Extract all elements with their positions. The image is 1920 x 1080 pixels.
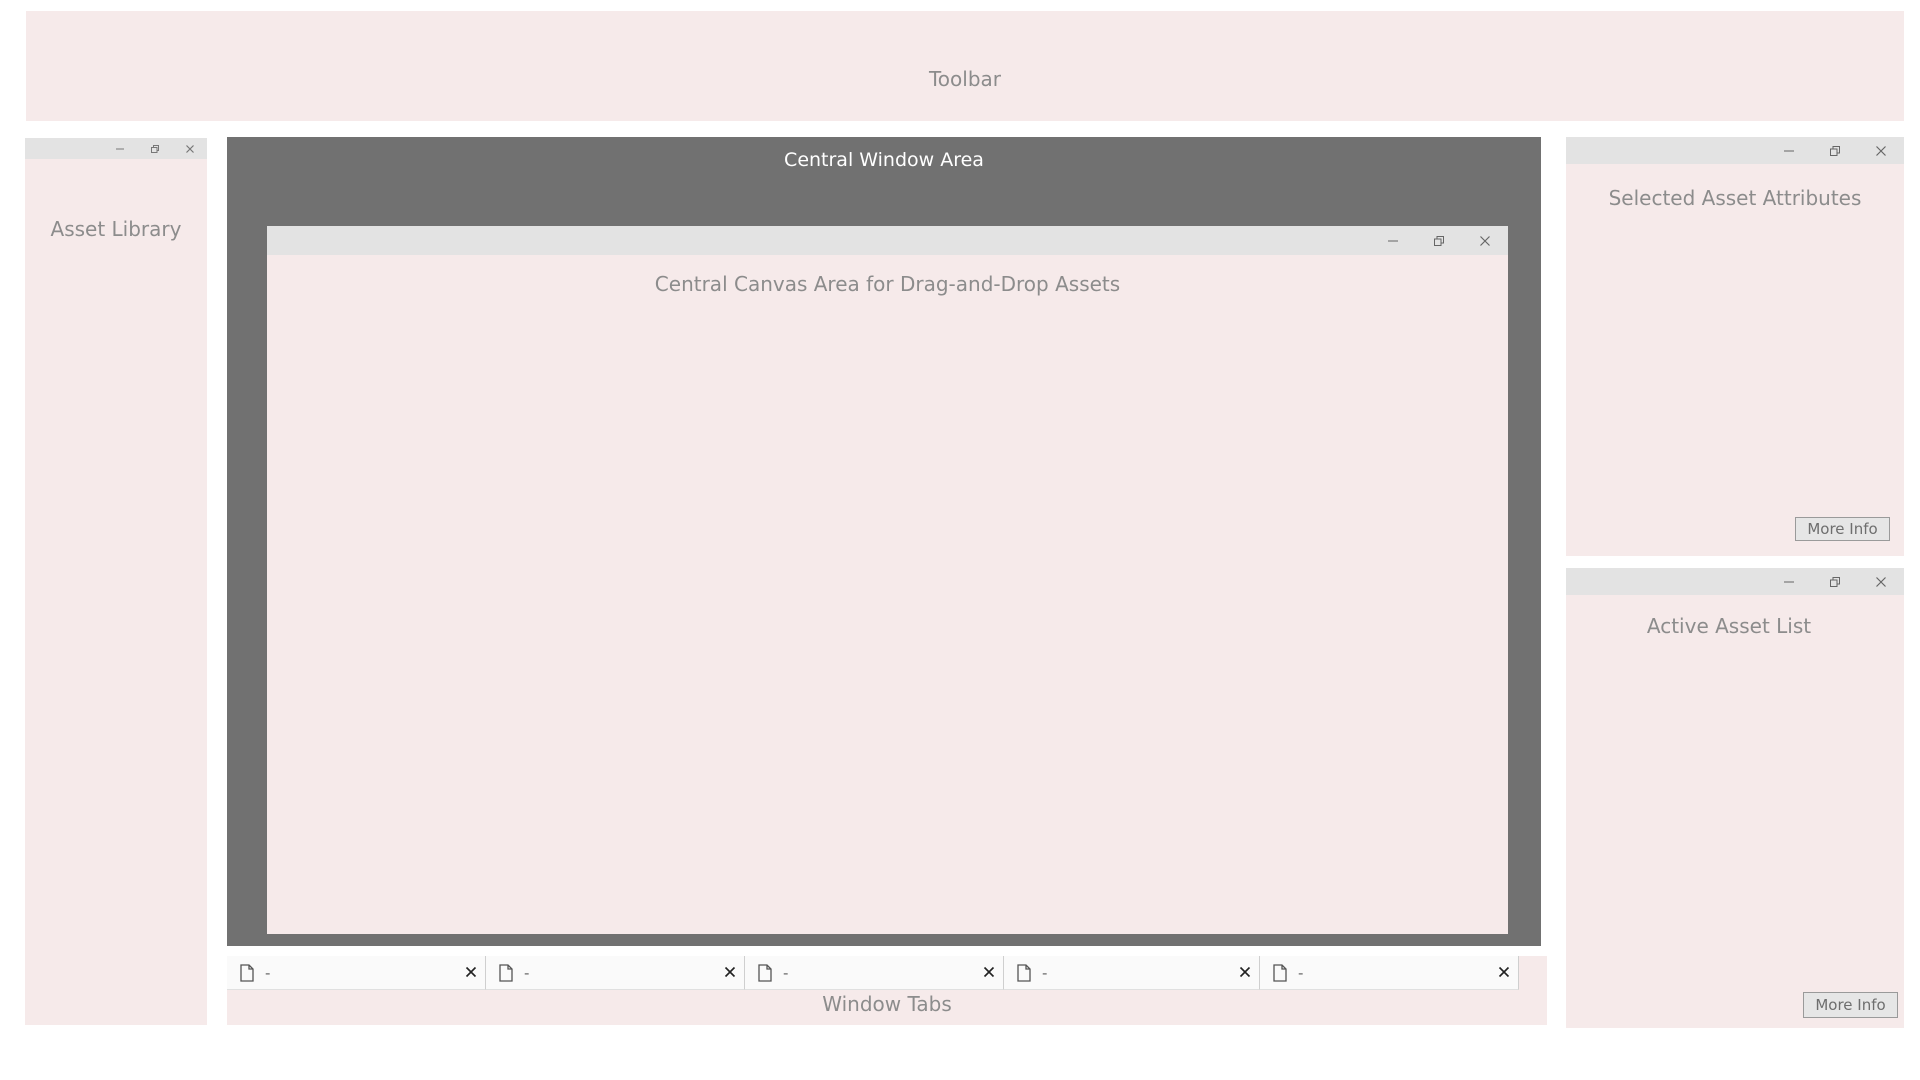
central-window-area: Central Window Area Central Canvas Area … <box>227 137 1541 946</box>
restore-icon[interactable] <box>137 138 172 159</box>
more-info-button[interactable]: More Info <box>1795 517 1890 541</box>
window-tab[interactable]: - <box>486 956 745 990</box>
window-tab[interactable]: - <box>227 956 486 990</box>
window-tab[interactable]: - <box>1260 956 1519 990</box>
attributes-panel: Selected Asset Attributes More Info <box>1566 137 1904 556</box>
close-icon[interactable] <box>465 966 477 978</box>
window-tabs-label: Window Tabs <box>822 992 952 1016</box>
central-window-label: Central Window Area <box>784 149 984 171</box>
close-icon[interactable] <box>724 966 736 978</box>
attributes-label: Selected Asset Attributes <box>1608 186 1862 210</box>
close-icon[interactable] <box>1858 568 1904 595</box>
close-icon[interactable] <box>1462 226 1508 255</box>
document-icon <box>1273 963 1287 982</box>
tab-strip: - - - - - <box>227 956 1519 990</box>
active-asset-list-panel: Active Asset List More Info <box>1566 568 1904 1028</box>
window-tab[interactable]: - <box>745 956 1004 990</box>
window-tab[interactable]: - <box>1004 956 1260 990</box>
toolbar: Toolbar <box>26 11 1904 121</box>
tab-title: - <box>1042 963 1048 982</box>
canvas-window-titlebar[interactable] <box>267 226 1508 255</box>
toolbar-label: Toolbar <box>928 67 1002 91</box>
tab-title: - <box>524 963 530 982</box>
tab-title: - <box>783 963 789 982</box>
more-info-button[interactable]: More Info <box>1803 992 1898 1018</box>
close-icon[interactable] <box>1498 966 1510 978</box>
minimize-icon[interactable] <box>1766 137 1812 164</box>
restore-icon[interactable] <box>1812 568 1858 595</box>
asset-library-label: Asset Library <box>50 217 182 241</box>
tab-title: - <box>1298 963 1304 982</box>
drop-canvas[interactable] <box>267 255 1508 934</box>
tab-title: - <box>265 963 271 982</box>
restore-icon[interactable] <box>1416 226 1462 255</box>
close-icon[interactable] <box>172 138 207 159</box>
document-icon <box>1017 963 1031 982</box>
close-icon[interactable] <box>1858 137 1904 164</box>
active-list-label: Active Asset List <box>1646 614 1812 638</box>
minimize-icon[interactable] <box>102 138 137 159</box>
minimize-icon[interactable] <box>1766 568 1812 595</box>
central-canvas-window: Central Canvas Area for Drag-and-Drop As… <box>267 226 1508 934</box>
attributes-titlebar[interactable] <box>1566 137 1904 164</box>
asset-library-titlebar[interactable] <box>25 138 207 159</box>
document-icon <box>240 963 254 982</box>
window-tabs-panel: - - - - - Window Tabs <box>227 956 1547 1025</box>
minimize-icon[interactable] <box>1370 226 1416 255</box>
restore-icon[interactable] <box>1812 137 1858 164</box>
document-icon <box>758 963 772 982</box>
close-icon[interactable] <box>1239 966 1251 978</box>
asset-library-panel: Asset Library <box>25 138 207 1025</box>
document-icon <box>499 963 513 982</box>
active-list-titlebar[interactable] <box>1566 568 1904 595</box>
close-icon[interactable] <box>983 966 995 978</box>
